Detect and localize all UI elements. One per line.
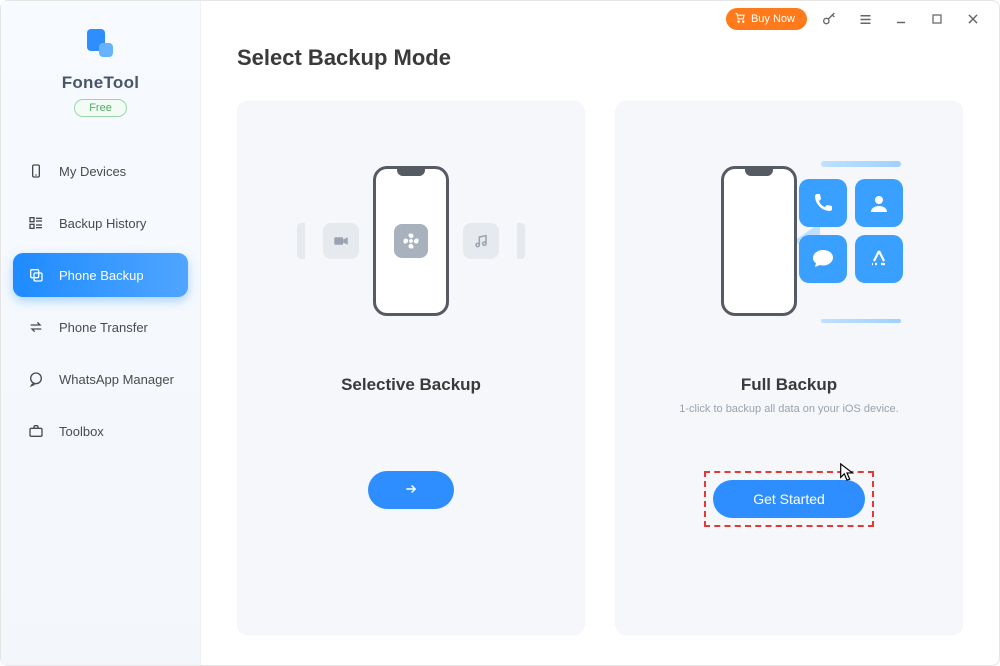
menu-icon[interactable] xyxy=(851,5,879,33)
buy-now-label: Buy Now xyxy=(751,13,795,25)
bar-icon xyxy=(821,161,901,167)
brand-logo-icon xyxy=(81,25,121,65)
free-badge: Free xyxy=(74,99,127,117)
titlebar: Buy Now xyxy=(714,1,999,37)
chat-icon xyxy=(27,370,45,388)
selective-start-button[interactable] xyxy=(368,471,454,509)
card-desc: 1-click to backup all data on your iOS d… xyxy=(679,403,899,433)
cart-icon xyxy=(734,12,746,26)
main: Select Backup Mode Select xyxy=(201,1,999,665)
phone-frame-icon xyxy=(373,166,449,316)
sidebar-item-label: Backup History xyxy=(59,216,146,231)
toolbox-icon xyxy=(27,422,45,440)
message-app-icon xyxy=(799,235,847,283)
minimize-icon[interactable] xyxy=(887,5,915,33)
illustration-full xyxy=(635,131,943,351)
close-icon[interactable] xyxy=(959,5,987,33)
sidebar-item-label: WhatsApp Manager xyxy=(59,372,174,387)
sidebar-item-backup-history[interactable]: Backup History xyxy=(13,201,188,245)
nav: My Devices Backup History Phone Backup P… xyxy=(1,143,200,459)
card-title: Selective Backup xyxy=(341,375,481,395)
sidebar-item-label: Phone Backup xyxy=(59,268,144,283)
arrow-right-icon xyxy=(402,482,420,499)
bar-icon xyxy=(821,319,901,323)
sidebar-item-phone-transfer[interactable]: Phone Transfer xyxy=(13,305,188,349)
sidebar-item-label: My Devices xyxy=(59,164,126,179)
fan-icon xyxy=(394,224,428,258)
sidebar-item-my-devices[interactable]: My Devices xyxy=(13,149,188,193)
contact-app-icon xyxy=(855,179,903,227)
phone-frame-icon xyxy=(721,166,797,316)
sidebar-item-phone-backup[interactable]: Phone Backup xyxy=(13,253,188,297)
card-selective-backup[interactable]: Selective Backup xyxy=(237,101,585,635)
brand: FoneTool Free xyxy=(1,25,200,117)
phone-app-icon xyxy=(799,179,847,227)
sidebar-item-whatsapp-manager[interactable]: WhatsApp Manager xyxy=(13,357,188,401)
device-icon xyxy=(27,162,45,180)
illustration-selective xyxy=(257,131,565,351)
cards-row: Selective Backup xyxy=(237,101,963,635)
app-grid xyxy=(799,179,903,283)
page-title: Select Backup Mode xyxy=(237,45,963,71)
cursor-icon xyxy=(839,463,855,486)
card-full-backup[interactable]: Full Backup 1-click to backup all data o… xyxy=(615,101,963,635)
sidebar: FoneTool Free My Devices Backup History … xyxy=(1,1,201,665)
sliver-icon xyxy=(517,223,525,259)
brand-name: FoneTool xyxy=(62,73,140,93)
sidebar-item-label: Phone Transfer xyxy=(59,320,148,335)
video-icon xyxy=(323,223,359,259)
music-icon xyxy=(463,223,499,259)
sliver-icon xyxy=(297,223,305,259)
card-title: Full Backup xyxy=(741,375,837,395)
sidebar-item-label: Toolbox xyxy=(59,424,104,439)
buy-now-button[interactable]: Buy Now xyxy=(726,8,807,30)
appstore-icon xyxy=(855,235,903,283)
transfer-icon xyxy=(27,318,45,336)
backup-icon xyxy=(27,266,45,284)
maximize-icon[interactable] xyxy=(923,5,951,33)
history-icon xyxy=(27,214,45,232)
sidebar-item-toolbox[interactable]: Toolbox xyxy=(13,409,188,453)
key-icon[interactable] xyxy=(815,5,843,33)
